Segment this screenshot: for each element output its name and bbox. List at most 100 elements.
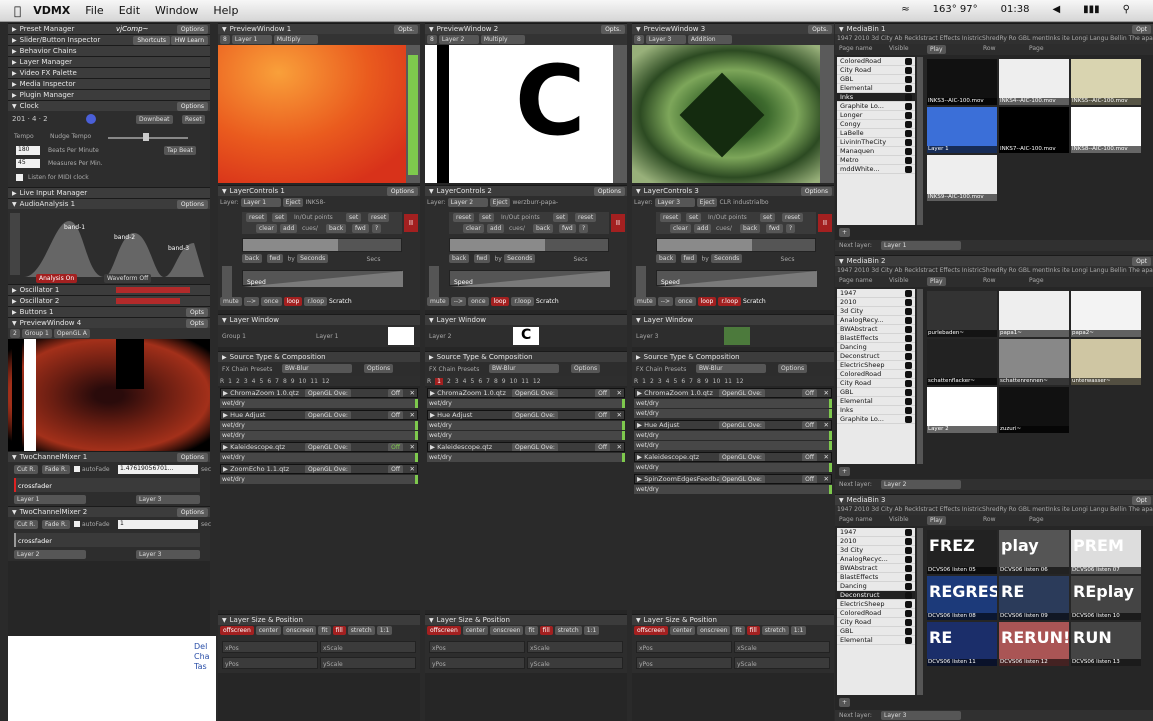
media-thumb[interactable]: REGRESS DCVS06 listen 08: [927, 576, 997, 620]
media-bin-page-tabs[interactable]: 1947 2010 3d City Ab Recklstract Effects…: [835, 505, 1153, 515]
slider-inspector-header[interactable]: ▶ Slider/Button Inspector HW Learn Shortcut…: [8, 34, 210, 45]
layercontrols-header[interactable]: ▼ LayerControls 3 Options: [632, 185, 834, 196]
fx-blend-select[interactable]: OpenGL Ove:: [512, 411, 558, 419]
battery-icon[interactable]: ▮▮▮: [1083, 4, 1100, 15]
visible-checkbox[interactable]: [905, 547, 912, 554]
page-list-item[interactable]: ColoredRoad: [837, 57, 915, 66]
layer-size-offscreen-button[interactable]: offscreen: [220, 626, 254, 635]
oscillator1-header[interactable]: ▶ Oscillator 1: [8, 284, 210, 295]
forward-mode-button[interactable]: -->: [450, 297, 467, 306]
add-page-button[interactable]: +: [839, 467, 851, 476]
wet-dry-slider[interactable]: wet/dry: [220, 399, 418, 408]
layercontrols-header[interactable]: ▼ LayerControls 2 Options: [425, 185, 627, 196]
midi-clock-checkbox[interactable]: [16, 174, 23, 181]
media-thumb[interactable]: schattenflacker~: [927, 339, 997, 385]
page-list-item[interactable]: GBL: [837, 388, 915, 397]
fx-preset-slot-6[interactable]: 6: [681, 378, 685, 385]
page-list-item[interactable]: GBL: [837, 627, 915, 636]
inout-set2-button[interactable]: set: [553, 213, 569, 222]
fx-off-button[interactable]: Off: [388, 443, 403, 451]
page-list-item[interactable]: ElectricSheep: [837, 361, 915, 370]
cues-clear-button[interactable]: clear: [670, 224, 691, 233]
gain-slider[interactable]: [10, 213, 20, 275]
visible-checkbox[interactable]: [905, 380, 912, 387]
fx-preset-slot-8[interactable]: 8: [697, 378, 701, 385]
fx-remove-icon[interactable]: ✕: [824, 475, 829, 483]
preview-opts-button[interactable]: Opts.: [394, 25, 418, 34]
pause-button[interactable]: II: [611, 214, 625, 232]
fx-off-button[interactable]: Off: [595, 443, 610, 451]
wet-dry-slider[interactable]: wet/dry: [220, 421, 418, 430]
layer-window-header[interactable]: ▼ Layer Window: [425, 314, 627, 325]
preview-blend-mode[interactable]: Addition: [687, 35, 732, 44]
layer-size-offscreen-button[interactable]: offscreen: [427, 626, 461, 635]
cues-help-button[interactable]: ?: [372, 224, 382, 233]
menu-file[interactable]: File: [85, 4, 103, 17]
visible-checkbox[interactable]: [905, 103, 912, 110]
page-list-item[interactable]: ColoredRoad: [837, 609, 915, 618]
cues-back-button[interactable]: back: [326, 224, 347, 233]
media-thumb[interactable]: Layer 2: [927, 387, 997, 433]
loop-button[interactable]: loop: [490, 297, 510, 306]
tap-beat-button[interactable]: Tap Beat: [164, 146, 196, 155]
ypos-slider[interactable]: yPos: [429, 657, 525, 669]
visible-checkbox[interactable]: [905, 362, 912, 369]
yscale-slider[interactable]: yScale: [527, 657, 623, 669]
mixer2-options-button[interactable]: Options: [176, 508, 208, 517]
volume-icon[interactable]: ◀: [1052, 4, 1060, 15]
fx-row[interactable]: ▶ ChromaZoom 1.0.qtz OpenGL Ove: Off ✕: [220, 388, 418, 398]
preview-number[interactable]: 8: [220, 35, 230, 44]
menu-edit[interactable]: Edit: [119, 4, 140, 17]
play-button[interactable]: Play: [927, 516, 946, 525]
layer-size-fill-button[interactable]: fill: [539, 626, 553, 635]
layer-window-item[interactable]: Group 1: [222, 333, 246, 340]
media-thumb[interactable]: RE DCVS06 listen 11: [927, 622, 997, 666]
fx-preset-slot-5[interactable]: 5: [673, 378, 677, 385]
source-type-header[interactable]: ▶ Source Type & Composition: [218, 351, 420, 362]
preview4-header[interactable]: ▼ PreviewWindow 4 Opts: [8, 317, 210, 328]
downbeat-button[interactable]: Downbeat: [136, 115, 173, 124]
media-thumb[interactable]: unterwasser~: [1071, 339, 1141, 385]
preview4-group[interactable]: Group 1: [21, 329, 52, 338]
preview-header[interactable]: ▼ PreviewWindow 3 Opts.: [632, 23, 834, 34]
fx-preset-r[interactable]: R: [634, 378, 638, 385]
add-page-button[interactable]: +: [839, 228, 851, 237]
preview-header[interactable]: ▼ PreviewWindow 1 Opts.: [218, 23, 420, 34]
forward-mode-button[interactable]: -->: [243, 297, 260, 306]
layer-window-header[interactable]: ▼ Layer Window: [218, 314, 420, 325]
visible-checkbox[interactable]: [905, 85, 912, 92]
cues-clear-button[interactable]: clear: [256, 224, 277, 233]
fx-preset-slot-8[interactable]: 8: [283, 378, 287, 385]
page-list-item[interactable]: Congy: [837, 120, 915, 129]
oscillator2-header[interactable]: ▶ Oscillator 2: [8, 295, 210, 306]
fx-preset-slot-3[interactable]: 3: [244, 378, 248, 385]
time-fwd-button[interactable]: fwd: [473, 254, 491, 263]
visible-checkbox[interactable]: [905, 610, 912, 617]
rloop-button[interactable]: r.loop: [718, 297, 741, 306]
layercontrols-header[interactable]: ▼ LayerControls 1 Options: [218, 185, 420, 196]
mixer2-layer-a[interactable]: Layer 2: [14, 550, 86, 559]
fx-preset-slot-12[interactable]: 12: [736, 378, 744, 385]
inout-reset-button[interactable]: reset: [246, 213, 268, 222]
layer-window-item[interactable]: Layer 2: [429, 333, 451, 340]
quality-slider[interactable]: [613, 45, 627, 183]
mixer1-layer-b[interactable]: Layer 3: [136, 495, 200, 504]
page-list-item[interactable]: 3d City: [837, 307, 915, 316]
fx-blend-select[interactable]: OpenGL Ove:: [719, 389, 765, 397]
preview4-opengl[interactable]: OpenGL A: [53, 329, 90, 338]
preview4-opts-button[interactable]: Opts: [185, 319, 208, 328]
rloop-button[interactable]: r.loop: [304, 297, 327, 306]
movie-time-slider[interactable]: Movie Time: [242, 238, 402, 252]
fx-remove-icon[interactable]: ✕: [410, 465, 415, 473]
layer-size-fill-button[interactable]: fill: [332, 626, 346, 635]
fx-preset-slot-5[interactable]: 5: [470, 378, 474, 385]
fx-preset-r[interactable]: R: [220, 378, 224, 385]
fx-preset-slot-4[interactable]: 4: [252, 378, 256, 385]
layer-window-thumb[interactable]: [388, 327, 414, 345]
visible-checkbox[interactable]: [905, 121, 912, 128]
eject-button[interactable]: Eject: [489, 198, 511, 207]
media-thumb[interactable]: papa1~: [999, 291, 1069, 337]
source-type-header[interactable]: ▶ Source Type & Composition: [425, 351, 627, 362]
wet-dry-slider[interactable]: wet/dry: [427, 399, 625, 408]
layer-size-fit-button[interactable]: fit: [525, 626, 538, 635]
